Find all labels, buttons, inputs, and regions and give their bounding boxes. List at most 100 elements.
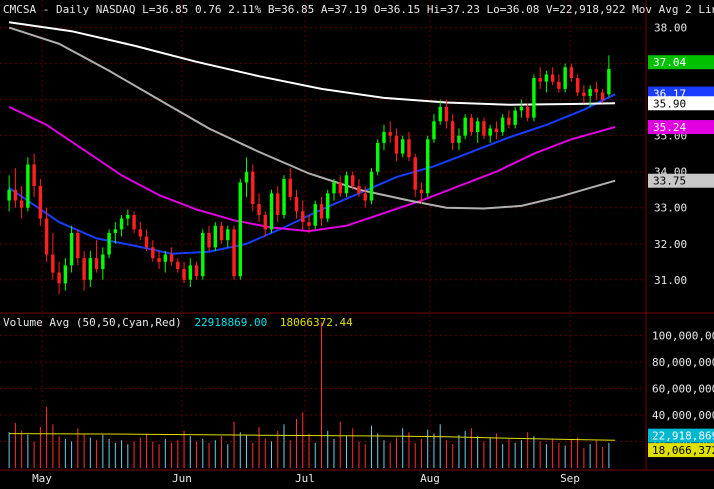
candle-body — [363, 193, 367, 201]
candle-body — [419, 189, 424, 194]
candle-body — [301, 211, 305, 223]
candle-body — [88, 258, 93, 280]
candle-body — [594, 88, 599, 93]
candle-body — [282, 178, 286, 215]
candle-body — [138, 229, 143, 237]
candle-body — [475, 121, 480, 133]
volume-average-line — [9, 433, 616, 441]
candle-body — [219, 225, 224, 241]
candle-body — [69, 232, 74, 266]
chart-canvas[interactable]: 38.0037.0036.0035.0034.0033.0032.0031.00… — [0, 0, 714, 485]
candle-body — [400, 139, 405, 154]
candle-body — [332, 182, 336, 194]
price-tag-label: 33.75 — [653, 175, 686, 188]
candle-body — [538, 78, 542, 82]
volume-tag-label: 18,066,372 — [652, 444, 714, 457]
candle-body — [482, 121, 486, 136]
candle-body — [7, 189, 11, 201]
candle-body — [550, 74, 555, 82]
candle-body — [132, 214, 136, 230]
candle-body — [544, 74, 549, 82]
candle-body — [494, 128, 499, 133]
month-label: Aug — [420, 472, 440, 485]
candle-body — [507, 117, 511, 125]
quote-header: CMCSA - Daily NASDAQ L=36.85 0.76 2.11% … — [3, 3, 714, 16]
candle-body — [450, 121, 455, 143]
candle-body — [607, 69, 611, 95]
candle-body — [26, 164, 30, 208]
candle-body — [44, 218, 49, 255]
candle-body — [525, 106, 530, 118]
candle-body — [57, 272, 61, 284]
candle-body — [82, 258, 86, 280]
candle-body — [513, 110, 517, 125]
candle-body — [244, 171, 249, 183]
candle-body — [163, 254, 168, 262]
candle-body — [357, 186, 361, 194]
candle-body — [369, 171, 374, 201]
candle-body — [263, 214, 267, 230]
volume-avg-cyan: 22918869.00 — [194, 316, 268, 329]
candle-body — [288, 178, 292, 197]
price-tick-label: 31.00 — [654, 274, 687, 287]
candle-body — [407, 139, 411, 158]
candle-body — [444, 106, 449, 122]
candle-body — [500, 117, 505, 133]
candle-body — [563, 67, 567, 89]
candle-body — [194, 265, 199, 277]
price-tick-label: 33.00 — [654, 202, 687, 215]
candle-body — [569, 67, 574, 79]
volume-tick-label: 60,000,000 — [652, 383, 714, 396]
candle-body — [19, 200, 24, 208]
volume-header: Volume Avg (50,50,Cyan,Red) 22918869.00 … — [3, 316, 353, 329]
candle-body — [151, 247, 155, 259]
stock-chart[interactable]: 38.0037.0036.0035.0034.0033.0032.0031.00… — [0, 0, 714, 485]
price-tick-label: 38.00 — [654, 22, 687, 35]
candle-body — [76, 232, 80, 259]
candle-body — [63, 265, 68, 284]
candle-body — [351, 175, 355, 187]
price-tag-label: 37.04 — [653, 56, 686, 69]
candle-body — [294, 196, 299, 212]
candle-body — [388, 132, 392, 136]
candle-body — [394, 135, 399, 154]
candle-body — [582, 92, 586, 97]
candle-body — [488, 128, 492, 136]
candle-body — [201, 232, 205, 277]
candle-body — [38, 186, 43, 219]
candle-body — [232, 229, 236, 277]
month-label: Jul — [295, 472, 315, 485]
candle-body — [207, 232, 211, 248]
candle-body — [376, 142, 380, 172]
moving-average-line — [8, 26, 616, 210]
volume-tick-label: 100,000,000 — [652, 330, 714, 343]
volume-tick-label: 40,000,000 — [652, 409, 714, 422]
candle-body — [463, 117, 467, 136]
candle-body — [313, 204, 317, 226]
candle-body — [344, 175, 349, 194]
candle-body — [169, 254, 174, 262]
price-tag-label: 35.90 — [653, 97, 686, 110]
candle-body — [13, 189, 18, 201]
volume-tag-label: 22,918,869 — [652, 430, 714, 443]
candle-body — [113, 229, 118, 233]
candle-body — [307, 222, 311, 226]
candle-body — [432, 121, 436, 140]
candle-body — [226, 229, 230, 241]
candle-body — [326, 193, 330, 219]
candle-body — [182, 268, 186, 280]
candle-body — [188, 265, 193, 280]
candle-body — [557, 81, 561, 89]
candle-body — [600, 92, 605, 100]
candle-body — [51, 254, 55, 273]
candle-body — [213, 225, 218, 248]
candle-body — [269, 193, 274, 230]
candle-body — [319, 204, 324, 219]
candle-body — [238, 182, 242, 277]
candle-body — [588, 88, 592, 97]
candle-body — [438, 106, 442, 122]
volume-title: Volume Avg (50,50,Cyan,Red) — [3, 316, 182, 329]
candle-body — [532, 78, 536, 118]
candle-body — [425, 139, 430, 194]
candle-body — [32, 164, 36, 187]
